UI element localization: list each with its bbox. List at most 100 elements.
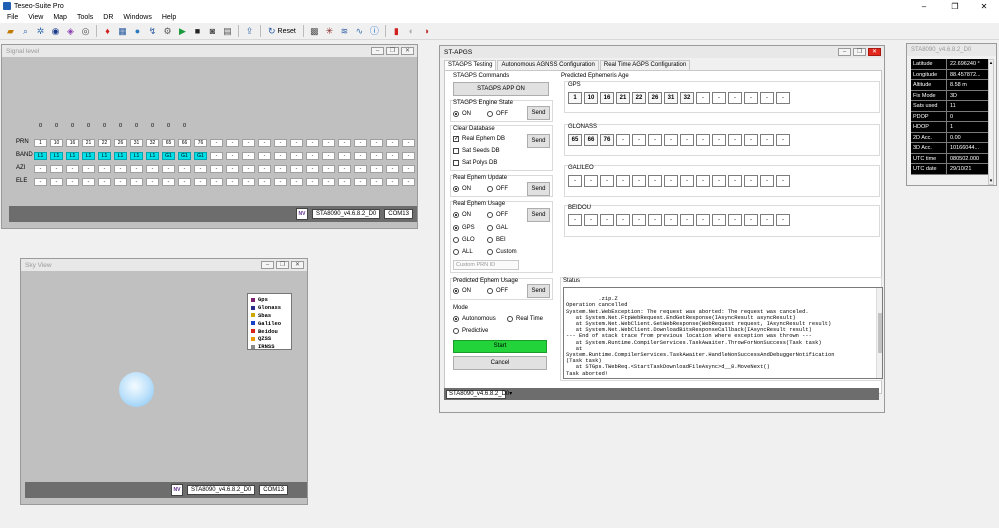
ele-cell: - [34,178,47,186]
minimize-button[interactable]: – [838,48,851,56]
open-folder-icon[interactable]: ▰ [4,25,17,38]
update-send-button[interactable]: Send [527,182,550,196]
spectrum-icon[interactable]: ◈ [64,25,77,38]
minimize-button[interactable]: – [371,47,384,55]
scroll-down-icon[interactable]: ▾ [989,178,993,184]
minimize-button[interactable]: – [909,0,939,12]
menu-dr[interactable]: DR [98,14,118,21]
engine-send-button[interactable]: Send [527,106,550,120]
position-value: 8.58 m [947,80,991,90]
usage-on-radio[interactable]: ON [453,212,471,218]
mode-real-time-radio[interactable]: Real Time [507,316,543,322]
close-button[interactable]: ✕ [969,0,999,12]
pred-on-radio[interactable]: ON [453,288,471,294]
prn-age-cell: - [776,134,790,146]
eye-icon[interactable]: ◎ [79,25,92,38]
settings-icon[interactable]: ⚙ [161,25,174,38]
restore-button[interactable]: ❐ [276,261,289,269]
map-icon[interactable]: ▦ [116,25,129,38]
stagps-testing-pane: STAGPS Commands STAGPS APP ON STAGPS Eng… [444,70,883,394]
globe-icon[interactable]: ● [131,25,144,38]
route-icon[interactable]: ↯ [146,25,159,38]
close-button[interactable]: ✕ [291,261,304,269]
pred-off-radio[interactable]: OFF [487,288,508,294]
azi-cell: - [338,165,351,173]
wave-icon[interactable]: ∿ [353,25,366,38]
satellite-icon[interactable]: ✲ [34,25,47,38]
usage-off-radio[interactable]: OFF [487,212,508,218]
mode-autonomous-radio[interactable]: Autonomous [453,316,496,322]
usage-custom-radio[interactable]: Custom [487,249,517,255]
close-button[interactable]: ✕ [401,47,414,55]
mode-predictive-radio[interactable]: Predictive [453,328,488,334]
antenna-icon[interactable]: ✳ [323,25,336,38]
maximize-button[interactable]: ❐ [940,0,970,12]
ele-cell: - [178,178,191,186]
sat-seeds-db-checkbox[interactable]: Sat Seeds DB [453,148,500,154]
storage-icon[interactable]: ▤ [221,25,234,38]
minimize-button[interactable]: – [261,261,274,269]
usage-glo-radio[interactable]: GLO [453,237,475,243]
search-icon[interactable]: ⌕ [19,25,32,38]
tab-autonomous-agnss[interactable]: Autonomous AGNSS Configuration [497,60,599,70]
prn-age-cell: - [632,175,646,187]
grid-icon[interactable]: ▩ [308,25,321,38]
pin-icon[interactable]: ♦ [101,25,114,38]
menu-view[interactable]: View [23,14,48,21]
signal-icon[interactable]: ≋ [338,25,351,38]
update-off-radio[interactable]: OFF [487,186,508,192]
position-scrollbar[interactable]: ▴ ▾ [988,59,994,185]
terminal-icon[interactable]: ■ [191,25,204,38]
prn-cell: - [370,139,383,147]
ele-cell: - [82,178,95,186]
menu-tools[interactable]: Tools [72,14,98,21]
cancel-button[interactable]: Cancel [453,356,547,370]
tab-stagps-testing[interactable]: STAGPS Testing [444,60,497,70]
menu-windows[interactable]: Windows [118,14,156,21]
usage-send-button[interactable]: Send [527,208,550,222]
stagps-app-on-button[interactable]: STAGPS APP ON [453,82,549,96]
azi-cell: - [146,165,159,173]
menu-file[interactable]: File [2,14,23,21]
info-icon[interactable]: ⓘ [368,25,381,38]
usage-gal-radio[interactable]: GAL [487,225,508,231]
restore-button[interactable]: ❐ [386,47,399,55]
pred-send-button[interactable]: Send [527,284,550,298]
azi-cell: - [210,165,223,173]
radar-icon[interactable]: ◉ [49,25,62,38]
ele-cell: - [50,178,63,186]
prn-age-cell: - [744,175,758,187]
database-icon[interactable]: ◙ [206,25,219,38]
tab-real-time-agps[interactable]: Real Time AGPS Configuration [599,60,691,70]
usage-gps-radio[interactable]: GPS [453,225,475,231]
position-row: Longitude 88.457872... [911,69,991,80]
engine-on-radio[interactable]: ON [453,111,471,117]
menu-map[interactable]: Map [48,14,72,21]
play-icon[interactable]: ▶ [176,25,189,38]
clear-db-send-button[interactable]: Send [527,134,550,148]
reset-button[interactable]: ↻ Reset [268,26,296,37]
sat-polys-db-checkbox[interactable]: Sat Polys DB [453,160,497,166]
usage-bei-radio[interactable]: BEI [487,237,506,243]
status-scrollbar[interactable] [876,288,882,378]
prn-cell: - [274,139,287,147]
prn-age-cell: - [696,134,710,146]
stop-icon[interactable]: ◑ [420,25,433,38]
custom-prn-input[interactable]: Custom PRN ID [453,260,519,270]
real-ephem-db-checkbox[interactable]: ✓ Real Ephem DB [453,136,505,142]
sky-view-panel: Gps Glonass Sbas Galileo Beidou QZSS IRN… [22,271,307,504]
usage-all-radio[interactable]: ALL [453,249,473,255]
start-button[interactable]: Start [453,340,547,353]
menu-help[interactable]: Help [157,14,181,21]
capture-icon[interactable]: ◐ [405,25,418,38]
upload-icon[interactable]: ⇪ [243,25,256,38]
app-titlebar: Teseo-Suite Pro – ❐ ✕ [0,0,999,12]
restore-button[interactable]: ❐ [853,48,866,56]
engine-off-radio[interactable]: OFF [487,111,508,117]
close-button[interactable]: ✕ [868,48,881,56]
status-log[interactable]: .zip.Z Operation cancelled System.Net.We… [563,287,883,379]
firmware-combo[interactable]: STA8090_v4.6.8.2_D0 ▾ [446,389,512,399]
update-on-radio[interactable]: ON [453,186,471,192]
scroll-up-icon[interactable]: ▴ [989,60,993,66]
record-icon[interactable]: ▮ [390,25,403,38]
